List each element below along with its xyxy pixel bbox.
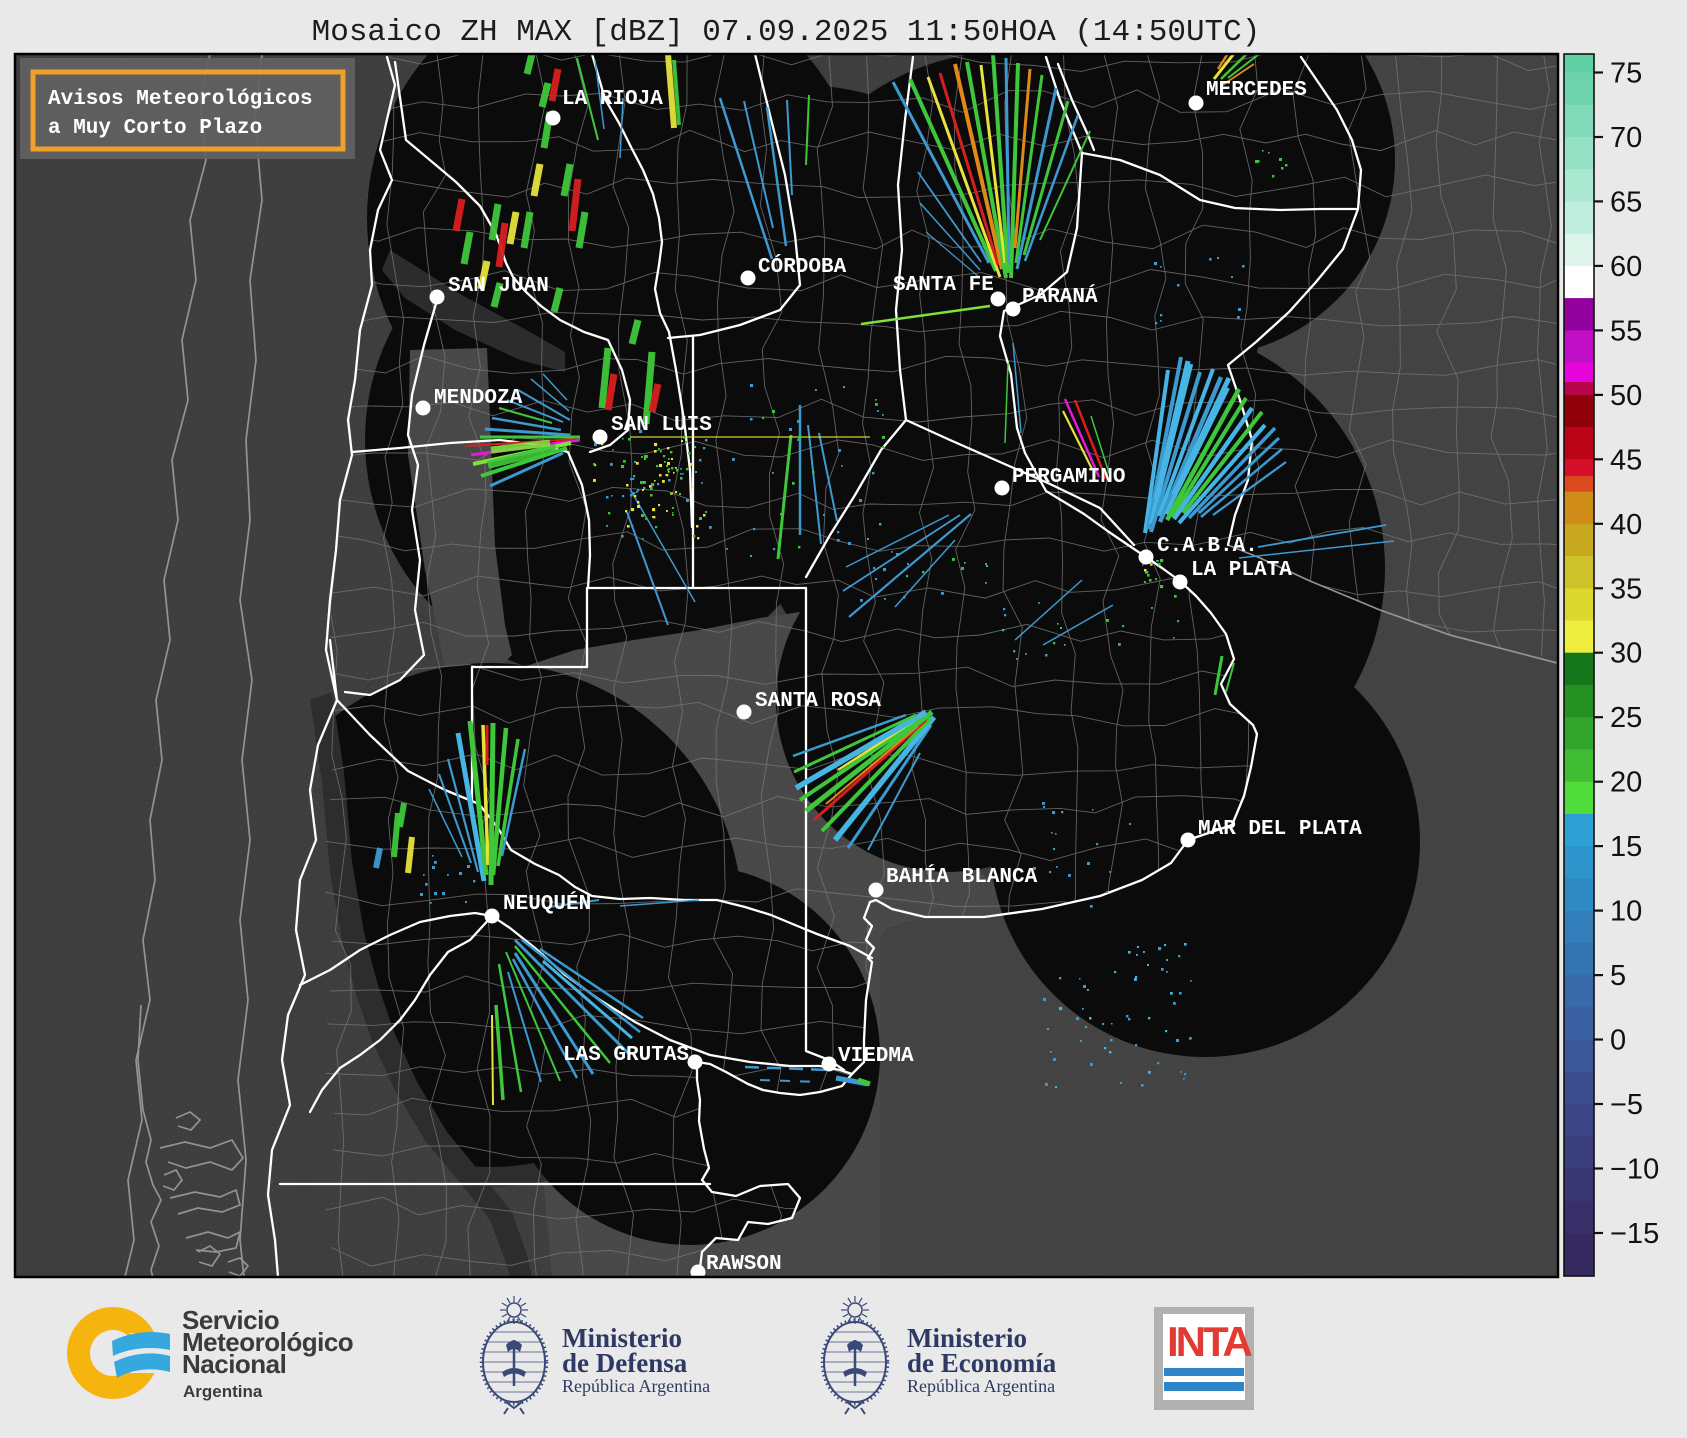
svg-text:−10: −10 xyxy=(1610,1154,1659,1186)
svg-text:20: 20 xyxy=(1610,767,1642,799)
svg-text:RAWSON: RAWSON xyxy=(706,1253,782,1276)
svg-text:LA RIOJA: LA RIOJA xyxy=(562,88,663,111)
svg-text:SAN JUAN: SAN JUAN xyxy=(448,275,549,298)
svg-text:VIEDMA: VIEDMA xyxy=(838,1045,914,1068)
svg-text:35: 35 xyxy=(1610,573,1642,605)
svg-text:Mosaico ZH MAX [dBZ] 07.09.202: Mosaico ZH MAX [dBZ] 07.09.2025 11:50HOA… xyxy=(312,15,1261,50)
svg-text:Argentina: Argentina xyxy=(183,1382,263,1401)
svg-text:C.A.B.A.: C.A.B.A. xyxy=(1157,535,1258,558)
svg-text:60: 60 xyxy=(1610,251,1642,283)
svg-text:40: 40 xyxy=(1610,509,1642,541)
svg-text:Avisos Meteorológicos: Avisos Meteorológicos xyxy=(48,88,313,111)
svg-text:República Argentina: República Argentina xyxy=(907,1376,1055,1396)
svg-text:MENDOZA: MENDOZA xyxy=(434,387,523,410)
svg-text:10: 10 xyxy=(1610,896,1642,928)
svg-text:45: 45 xyxy=(1610,444,1642,476)
svg-text:República Argentina: República Argentina xyxy=(562,1376,710,1396)
svg-text:25: 25 xyxy=(1610,702,1642,734)
svg-text:INTA: INTA xyxy=(1167,1318,1253,1365)
svg-text:BAHÍA BLANCA: BAHÍA BLANCA xyxy=(886,865,1038,889)
svg-text:PERGAMINO: PERGAMINO xyxy=(1012,466,1125,489)
svg-text:MAR DEL PLATA: MAR DEL PLATA xyxy=(1198,818,1362,841)
svg-text:de Defensa: de Defensa xyxy=(562,1348,688,1378)
svg-text:LAS GRUTAS: LAS GRUTAS xyxy=(563,1044,689,1067)
svg-text:65: 65 xyxy=(1610,186,1642,218)
svg-text:NEUQUÉN: NEUQUÉN xyxy=(503,892,591,916)
svg-text:70: 70 xyxy=(1610,122,1642,154)
svg-text:MERCEDES: MERCEDES xyxy=(1206,79,1307,102)
svg-text:−15: −15 xyxy=(1610,1218,1659,1250)
svg-text:LA PLATA: LA PLATA xyxy=(1191,559,1292,582)
svg-text:CÓRDOBA: CÓRDOBA xyxy=(758,255,847,279)
svg-text:SANTA ROSA: SANTA ROSA xyxy=(755,690,881,713)
svg-text:SAN LUIS: SAN LUIS xyxy=(611,414,712,437)
svg-text:50: 50 xyxy=(1610,380,1642,412)
svg-text:de Economía: de Economía xyxy=(907,1348,1057,1378)
svg-text:SANTA FE: SANTA FE xyxy=(893,274,994,297)
svg-text:0: 0 xyxy=(1610,1025,1626,1057)
svg-text:55: 55 xyxy=(1610,315,1642,347)
svg-text:a Muy Corto Plazo: a Muy Corto Plazo xyxy=(48,117,262,140)
svg-text:−5: −5 xyxy=(1610,1089,1643,1121)
svg-text:5: 5 xyxy=(1610,960,1626,992)
svg-text:75: 75 xyxy=(1610,58,1642,90)
svg-text:PARANÁ: PARANÁ xyxy=(1022,285,1098,309)
svg-text:15: 15 xyxy=(1610,831,1642,863)
svg-text:Nacional: Nacional xyxy=(182,1349,286,1379)
svg-text:30: 30 xyxy=(1610,638,1642,670)
